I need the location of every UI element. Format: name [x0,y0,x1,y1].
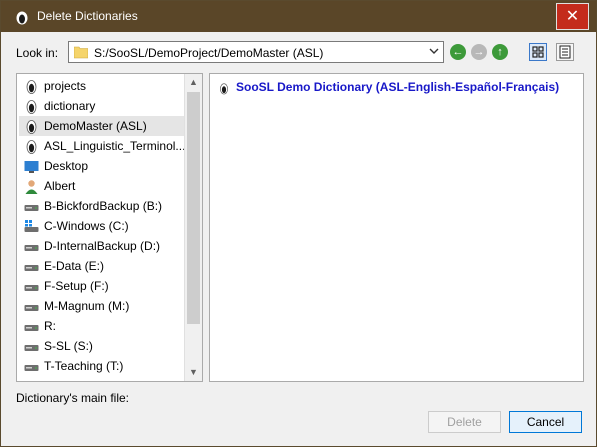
drive-icon [24,205,39,211]
list-view-button[interactable] [529,43,547,61]
sidebar-item-label: B-BickfordBackup (B:) [44,199,163,213]
sidebar-item-label: R: [44,319,56,333]
forward-button[interactable]: → [471,44,487,60]
sidebar-scrollbar[interactable]: ▲ ▼ [184,74,202,381]
sidebar-item-label: S-SL (S:) [44,339,93,353]
look-in-path: S:/SooSL/DemoProject/DemoMaster (ASL) [94,46,324,60]
delete-dictionaries-dialog: Delete Dictionaries ✕ Look in: S:/SooSL/… [0,0,597,447]
soosl-icon [26,140,37,154]
sidebar-item[interactable]: E-Data (E:) [19,256,186,276]
list-view-icon [532,46,544,58]
sidebar-item-label: U-UHD (U:) [44,379,106,381]
sidebar-item[interactable]: F-Setup (F:) [19,276,186,296]
sidebar-item[interactable]: dictionary [19,96,186,116]
window-title: Delete Dictionaries [37,9,138,23]
sidebar-item[interactable]: B-BickfordBackup (B:) [19,196,186,216]
sidebar-item[interactable]: ASL_Linguistic_Terminol... [19,136,186,156]
file-list-pane[interactable]: SooSL Demo Dictionary (ASL-English-Españ… [209,73,584,382]
sidebar-item-label: D-InternalBackup (D:) [44,239,161,253]
drive-icon [24,325,39,331]
drive-icon [24,265,39,271]
sidebar-item[interactable]: DemoMaster (ASL) [19,116,186,136]
sidebar-item[interactable]: S-SL (S:) [19,336,186,356]
back-button[interactable]: ← [450,44,466,60]
scroll-thumb[interactable] [187,92,200,324]
sidebar-item-label: Desktop [44,159,89,173]
close-button[interactable]: ✕ [556,3,589,30]
soosl-icon [220,83,228,95]
chevron-down-icon[interactable] [429,46,439,56]
sidebar-item[interactable]: Desktop [19,156,186,176]
drive-icon [24,345,39,351]
sidebar-item-label: ASL_Linguistic_Terminol... [44,139,186,153]
sidebar-item[interactable]: R: [19,316,186,336]
drive-icon [24,285,39,291]
sidebar-item[interactable]: U-UHD (U:) [19,376,186,382]
scroll-down-button[interactable]: ▼ [185,364,202,381]
sidebar-item-label: T-Teaching (T:) [44,359,124,373]
soosl-icon [26,120,37,134]
sidebar-places[interactable]: projects dictionary DemoMaster (ASL) ASL_Li… [16,73,203,382]
sidebar-item[interactable]: D-InternalBackup (D:) [19,236,186,256]
arrow-up-icon: ↑ [497,46,503,58]
drive-icon [24,245,39,251]
sidebar-item-label: Albert [44,179,76,193]
sidebar-item[interactable]: T-Teaching (T:) [19,356,186,376]
title-bar[interactable]: Delete Dictionaries ✕ [1,1,596,32]
sidebar-item-label: F-Setup (F:) [44,279,109,293]
look-in-label: Look in: [16,46,59,60]
sidebar-item-label: projects [44,79,87,93]
soosl-icon [26,80,37,94]
windows-drive-icon [24,220,39,232]
sidebar-item-label: E-Data (E:) [44,259,105,273]
desktop-icon [24,161,39,173]
sidebar-item-label: dictionary [44,99,96,113]
detail-view-icon [559,45,571,59]
sidebar-item-label: M-Magnum (M:) [44,299,130,313]
user-icon [25,180,38,194]
parent-directory-button[interactable]: ↑ [492,44,508,60]
drive-icon [24,365,39,371]
drive-icon [24,379,39,382]
folder-icon [74,46,88,59]
soosl-icon [26,100,37,114]
soosl-app-icon [16,11,28,25]
sidebar-item[interactable]: projects [19,76,186,96]
sidebar-item-label: DemoMaster (ASL) [44,119,147,133]
file-item[interactable]: SooSL Demo Dictionary (ASL-English-Españ… [216,79,576,97]
sidebar-item[interactable]: Albert [19,176,186,196]
scroll-up-button[interactable]: ▲ [185,74,202,91]
arrow-left-icon: ← [452,46,464,58]
main-file-label: Dictionary's main file: [16,391,129,405]
sidebar-item-label: C-Windows (C:) [44,219,129,233]
sidebar-item[interactable]: M-Magnum (M:) [19,296,186,316]
cancel-button[interactable]: Cancel [509,411,582,433]
drive-icon [24,305,39,311]
sidebar-item[interactable]: C-Windows (C:) [19,216,186,236]
detail-view-button[interactable] [556,43,574,61]
delete-button[interactable]: Delete [428,411,501,433]
arrow-right-icon: → [473,46,485,58]
file-item-label: SooSL Demo Dictionary (ASL-English-Españ… [236,80,560,94]
look-in-combobox[interactable]: S:/SooSL/DemoProject/DemoMaster (ASL) [68,41,444,63]
